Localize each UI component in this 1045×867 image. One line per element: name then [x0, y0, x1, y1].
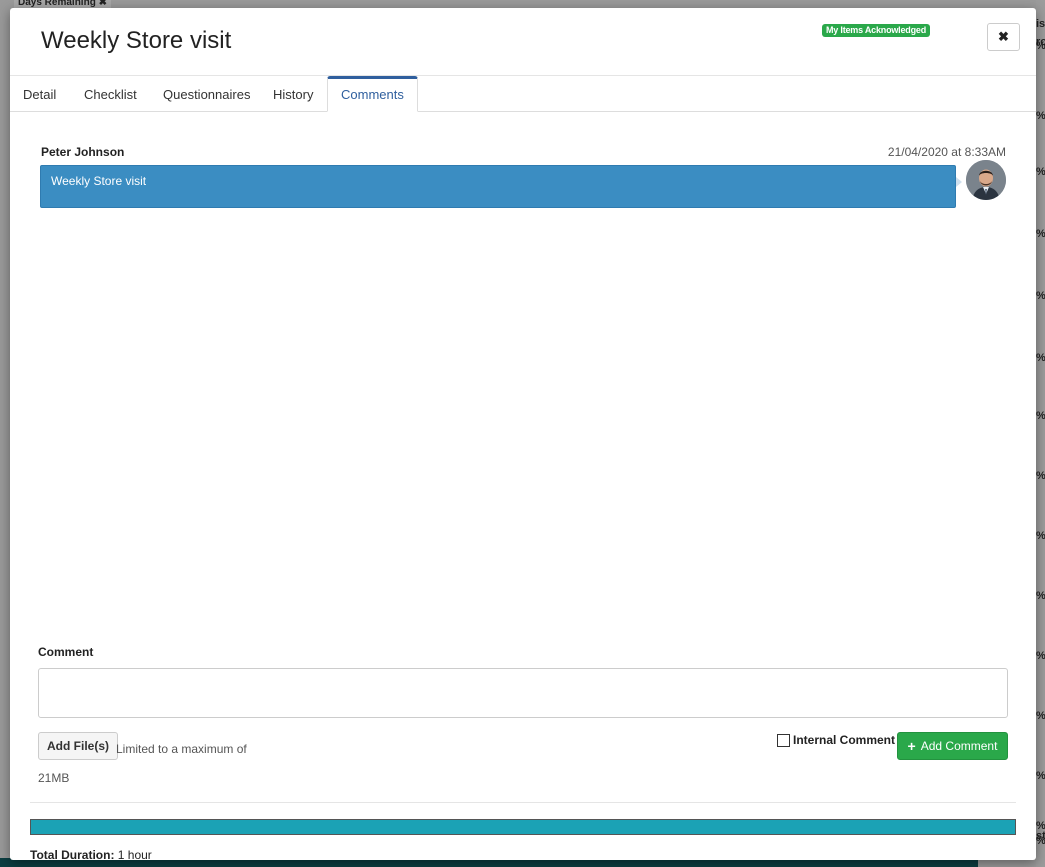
close-button[interactable]: ✖	[987, 23, 1020, 51]
background-fragment: %	[1036, 410, 1045, 422]
divider	[30, 802, 1016, 803]
tab-comments[interactable]: Comments	[327, 76, 418, 112]
background-fragment: %	[1036, 590, 1045, 602]
user-avatar-icon	[966, 160, 1006, 200]
tab-bar: Detail Checklist Questionnaires History …	[10, 76, 1036, 112]
background-fragment: %	[1036, 166, 1045, 178]
file-limit-text: Limited to a maximum of	[116, 742, 247, 756]
acknowledged-badge: My Items Acknowledged	[822, 24, 930, 37]
comment-author: Peter Johnson	[41, 145, 125, 159]
internal-comment-checkbox[interactable]	[777, 733, 790, 747]
progress-fill	[31, 820, 1015, 834]
close-icon: ✖	[998, 29, 1009, 44]
background-fragment: %	[1036, 650, 1045, 662]
background-fragment: ist	[1036, 18, 1045, 30]
task-modal: Weekly Store visit My Items Acknowledged…	[10, 8, 1036, 860]
total-duration: Total Duration: 1 hour	[30, 848, 152, 860]
tab-checklist[interactable]: Checklist	[71, 76, 150, 112]
background-fragment: %	[1036, 470, 1045, 482]
progress-bar	[30, 819, 1016, 835]
modal-header: Weekly Store visit My Items Acknowledged…	[10, 8, 1036, 76]
background-fragment: %	[1036, 530, 1045, 542]
comment-timestamp: 21/04/2020 at 8:33AM	[887, 145, 1006, 159]
background-fragment: %	[1036, 352, 1045, 364]
background-fragment: %	[1036, 40, 1045, 52]
add-files-button[interactable]: Add File(s)	[38, 732, 118, 760]
duration-value: 1 hour	[117, 848, 152, 860]
background-fragment: %	[1036, 110, 1045, 122]
comment-bubble: Weekly Store visit	[40, 165, 956, 208]
tab-detail[interactable]: Detail	[10, 76, 69, 112]
background-fragment: %	[1036, 770, 1045, 782]
duration-label: Total Duration:	[30, 848, 115, 860]
comment-input[interactable]	[38, 668, 1008, 718]
background-filter-chip: Days Remaining ✖	[14, 0, 111, 8]
internal-comment-label: Internal Comment	[793, 733, 896, 747]
background-fragment: %	[1036, 710, 1045, 722]
background-fragment: %	[1036, 228, 1045, 240]
background-fragment: %	[1036, 290, 1045, 302]
plus-icon: +	[907, 738, 916, 754]
add-comment-label: Add Comment	[920, 739, 998, 753]
tab-history[interactable]: History	[260, 76, 326, 112]
add-comment-button[interactable]: + Add Comment	[897, 732, 1008, 760]
bubble-arrow	[956, 177, 962, 187]
background-fragment: st	[1036, 830, 1045, 842]
comment-label: Comment	[38, 645, 94, 659]
file-limit-size: 21MB	[38, 771, 70, 785]
tab-questionnaires[interactable]: Questionnaires	[150, 76, 263, 112]
internal-comment-toggle: Internal Comment	[777, 733, 895, 747]
modal-title: Weekly Store visit	[41, 27, 232, 54]
background-right-column: istro%%%%%%%%%%%%%%%st	[1036, 0, 1045, 867]
